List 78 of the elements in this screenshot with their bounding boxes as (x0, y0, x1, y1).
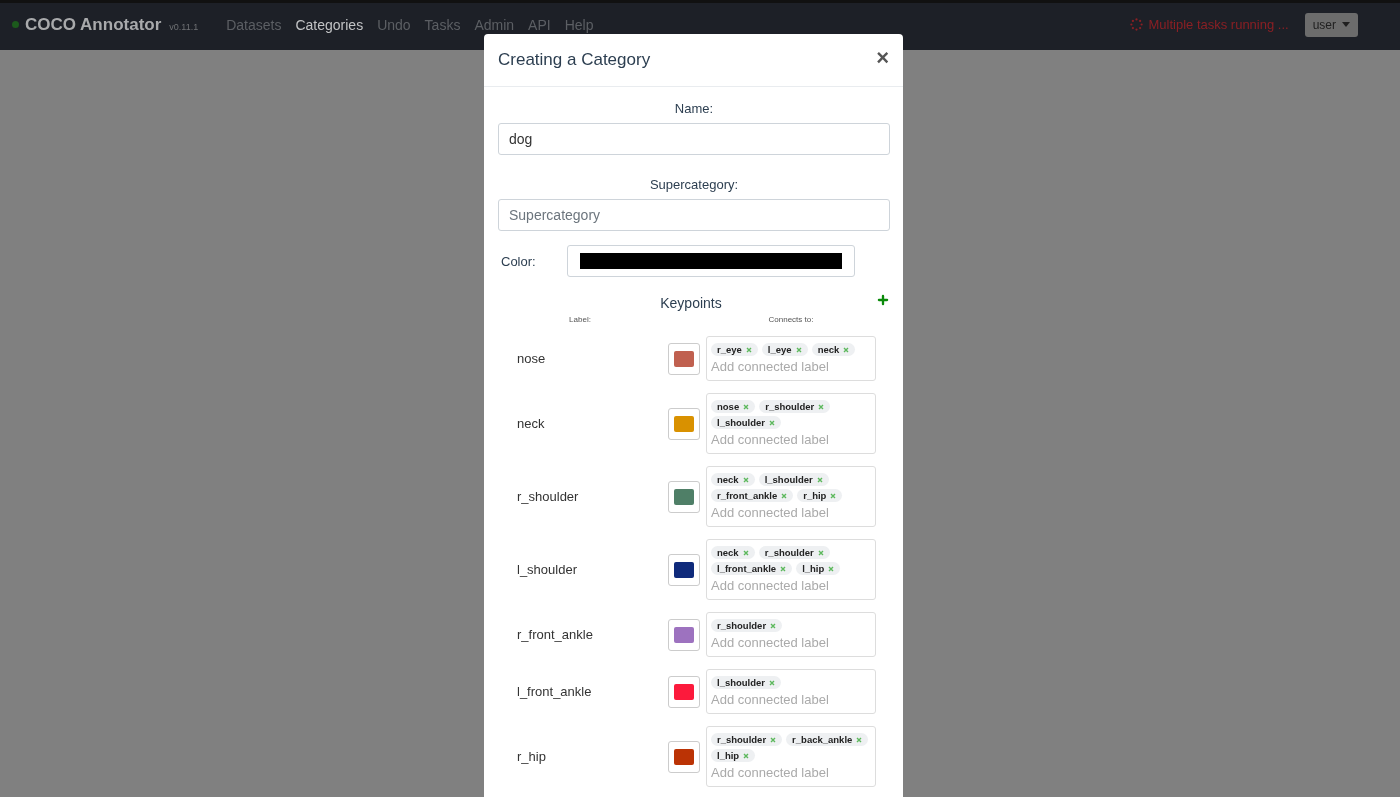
color-picker-button[interactable] (668, 553, 700, 586)
keypoint-label: r_hip (516, 749, 547, 764)
remove-icon[interactable] (743, 752, 750, 759)
tag: neck (711, 473, 755, 486)
task-status: Multiple tasks running ... (1148, 17, 1289, 32)
remove-icon[interactable] (818, 403, 825, 410)
tag-input[interactable]: neck l_shoulder r_front_ankle r_hip Add connected label (706, 466, 876, 527)
color-picker-button[interactable] (668, 675, 700, 708)
section-title: Keypoints (659, 295, 723, 311)
caret-icon (1342, 22, 1350, 27)
color-picker-button[interactable] (668, 342, 700, 375)
tag: r_hip (797, 489, 843, 502)
remove-icon[interactable] (780, 565, 787, 572)
tag-input[interactable]: r_shoulder Add connected label (706, 612, 876, 657)
tag: l_shoulder (711, 416, 782, 429)
tag: r_eye (711, 343, 758, 356)
remove-icon[interactable] (843, 346, 850, 353)
color-picker-button[interactable] (668, 407, 700, 440)
tag-input[interactable]: l_shoulder Add connected label (706, 669, 876, 714)
tag: l_hip (796, 562, 841, 575)
keypoint-label: neck (516, 416, 546, 431)
keypoint-label: nose (516, 351, 547, 366)
remove-icon[interactable] (769, 419, 776, 426)
tag: l_hip (711, 749, 756, 762)
version-label: v0.11.1 (169, 22, 199, 32)
keypoint-label: l_front_ankle (516, 684, 593, 699)
field-label: Color: (501, 253, 537, 269)
color-field[interactable] (567, 245, 855, 277)
remove-icon[interactable] (830, 492, 837, 499)
tag: nose (711, 400, 756, 413)
remove-icon[interactable] (828, 565, 835, 572)
color-picker-button[interactable] (668, 618, 700, 651)
input-field[interactable]: Supercategory (498, 199, 890, 231)
tag: r_shoulder (758, 546, 830, 559)
tag: l_front_ankle (711, 562, 793, 575)
spinner-icon (1130, 18, 1144, 31)
nav-link[interactable]: Categories (295, 16, 364, 33)
input-field[interactable]: dog (498, 123, 890, 155)
remove-icon[interactable] (743, 403, 750, 410)
remove-icon[interactable] (816, 476, 823, 483)
tag-input[interactable]: r_eye l_eye neck Add connected label (706, 336, 876, 381)
column-heading: Label: (568, 314, 592, 324)
modal-title: Creating a Category (498, 50, 651, 70)
tag: l_eye (761, 343, 808, 356)
remove-icon[interactable] (742, 476, 749, 483)
remove-icon[interactable] (742, 549, 749, 556)
tag-input[interactable]: neck r_shoulder l_front_ankle l_hip Add connected label (706, 539, 876, 600)
tag: neck (711, 546, 755, 559)
remove-icon[interactable] (770, 736, 777, 743)
close-button[interactable]: × (876, 45, 889, 75)
color-picker-button[interactable] (668, 480, 700, 513)
tag: l_shoulder (711, 676, 782, 689)
keypoint-label: r_shoulder (516, 489, 580, 504)
tag: r_front_ankle (711, 489, 794, 502)
tag: r_shoulder (759, 400, 831, 413)
tag: neck (811, 343, 856, 356)
remove-icon[interactable] (745, 346, 752, 353)
column-heading: Connects to: (767, 314, 815, 324)
tag-input[interactable]: r_shoulder r_back_ankle l_hip Add connected label (706, 726, 876, 787)
color-picker-button[interactable] (668, 740, 700, 773)
tag-input[interactable]: nose r_shoulder l_shoulder Add connected label (706, 393, 876, 454)
remove-icon[interactable] (769, 679, 776, 686)
field-label: Supercategory: (649, 177, 739, 192)
tag: r_back_ankle (786, 733, 869, 746)
field-label: Name: (674, 101, 714, 116)
keypoint-label: l_shoulder (516, 562, 578, 577)
brand-title: COCO Annotator (25, 14, 162, 35)
remove-icon[interactable] (817, 549, 824, 556)
tag: l_shoulder (758, 473, 829, 486)
tag: r_shoulder (711, 619, 783, 632)
status-dot (12, 21, 19, 28)
add-icon[interactable] (876, 293, 890, 307)
remove-icon[interactable] (795, 346, 802, 353)
remove-icon[interactable] (781, 492, 788, 499)
remove-icon[interactable] (770, 622, 777, 629)
remove-icon[interactable] (856, 736, 863, 743)
tag: r_shoulder (711, 733, 783, 746)
keypoint-label: r_front_ankle (516, 627, 594, 642)
